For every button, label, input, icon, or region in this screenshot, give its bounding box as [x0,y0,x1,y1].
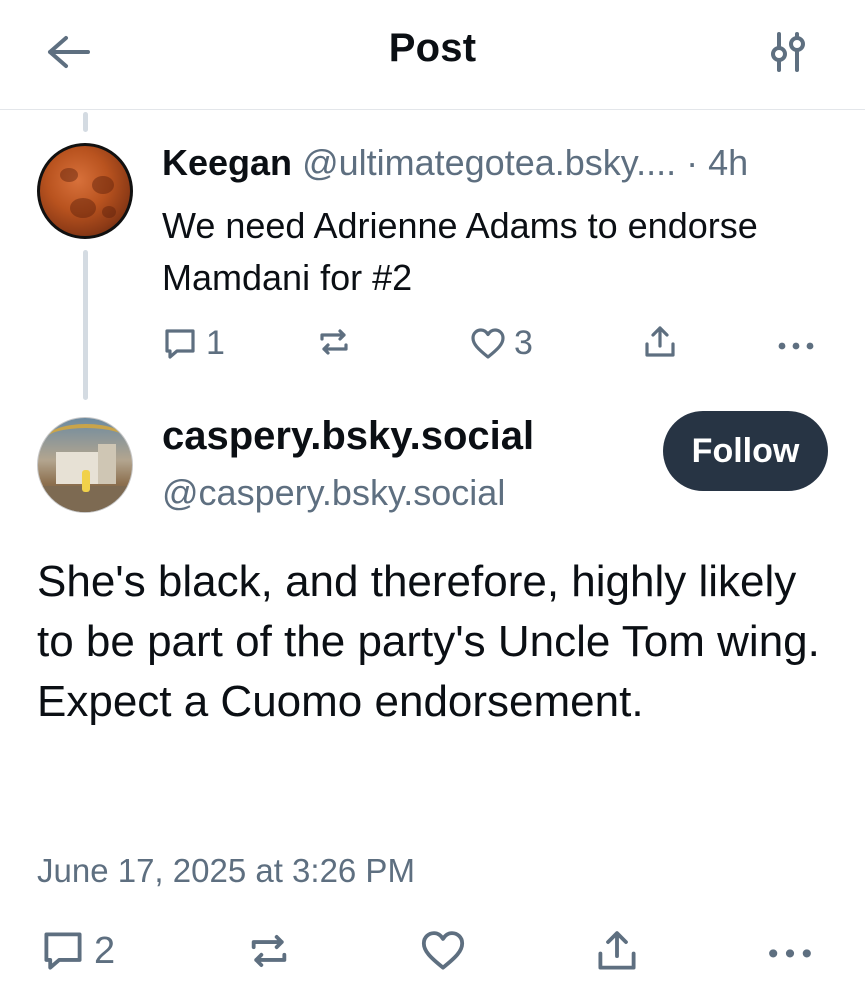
main-share-button[interactable] [594,928,640,974]
thread-line-top [83,112,88,132]
parent-more-button[interactable] [776,324,816,360]
main-reply-button[interactable]: 2 [40,928,115,974]
main-author-avatar[interactable] [37,417,133,513]
page-title: Post [388,26,477,70]
parent-like-button[interactable]: 3 [470,324,533,363]
parent-time-ago: 4h [708,142,749,183]
share-icon [642,324,678,360]
parent-reply-button[interactable]: 1 [162,324,225,363]
reply-icon [162,326,198,362]
main-post-text: She's black, and therefore, highly likel… [37,557,820,726]
meta-separator: · [686,142,699,183]
more-options-icon [776,324,816,360]
heart-icon [420,928,466,974]
reply-icon [40,928,86,974]
main-more-button[interactable] [766,928,814,974]
main-author-name[interactable]: caspery.bsky.social [162,414,534,459]
heart-icon [470,326,506,362]
sliders-icon [766,30,810,79]
post-timestamp: June 17, 2025 at 3:26 PM [37,852,415,889]
repost-icon [246,928,292,974]
parent-post-actions: 1 3 [0,318,865,366]
main-repost-button[interactable] [246,928,292,974]
parent-repost-button[interactable] [316,324,352,360]
main-reply-count: 2 [94,929,116,972]
top-bar: Post [0,0,865,110]
parent-post-text: We need Adrienne Adams to endorse Mamdan… [162,205,758,298]
more-options-icon [766,928,814,974]
follow-button[interactable]: Follow [663,411,828,491]
main-post-actions: 2 [0,922,865,978]
parent-like-count: 3 [514,324,533,362]
parent-author-name[interactable]: Keegan [162,142,292,183]
repost-icon [316,324,352,360]
main-like-button[interactable] [420,928,466,974]
thread-settings-button[interactable] [762,28,814,80]
parent-share-button[interactable] [642,324,678,360]
parent-reply-count: 1 [206,324,225,362]
parent-author-handle[interactable]: @ultimategotea.bsky.... [302,142,676,183]
parent-avatar[interactable] [37,143,133,239]
parent-post-meta: Keegan @ultimategotea.bsky.... · 4h [162,142,748,184]
share-icon [594,928,640,974]
main-author-handle[interactable]: @caspery.bsky.social [162,472,505,514]
